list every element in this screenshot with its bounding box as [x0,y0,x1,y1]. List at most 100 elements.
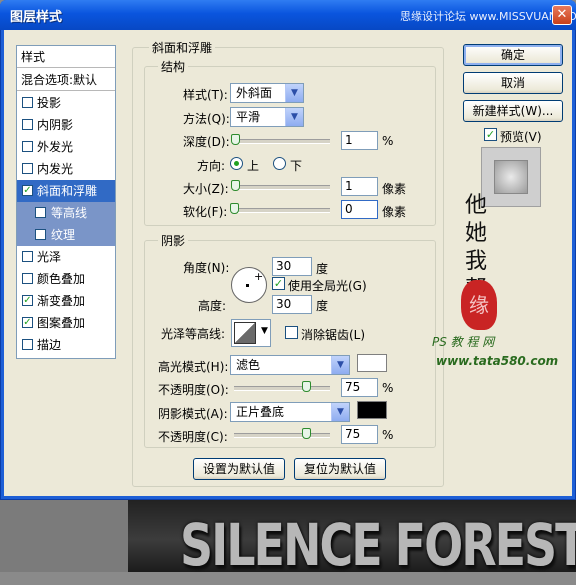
close-button[interactable]: ✕ [552,5,572,25]
style-item[interactable]: ✓ 斜面和浮雕 [17,180,115,202]
depth-slider-thumb[interactable] [230,134,240,145]
altitude-label: 高度: [198,299,227,313]
altitude-unit: 度 [316,299,329,313]
chevron-down-icon: ▼ [285,84,303,102]
style-item-checkbox[interactable]: ✓ [22,185,33,196]
depth-input[interactable]: 1 [341,131,378,150]
ps-site-watermark: PS 教 程 网 [432,335,495,349]
style-item[interactable]: 纹理 [17,224,115,246]
style-item-checkbox[interactable]: ✓ [22,295,33,306]
angle-input[interactable]: 30 [272,257,312,276]
global-light-label: 使用全局光(G) [288,279,367,293]
style-item-checkbox[interactable] [22,163,33,174]
highlight-opacity-track[interactable] [234,386,330,391]
blend-options-item[interactable]: 混合选项:默认 [17,69,115,91]
style-list: 样式 混合选项:默认 投影 内阴影外发光内发光 ✓ 斜面和浮雕等高线纹理 光泽颜色叠加 ✓… [16,45,116,359]
direction-up-radio[interactable] [230,157,243,170]
style-item[interactable]: ✓ 图案叠加 [17,312,115,334]
style-item-label: 外发光 [37,140,74,154]
chevron-down-icon[interactable]: ▼ [261,326,268,336]
shading-title: 阴影 [158,232,189,249]
angle-center-dot [246,284,249,287]
shadow-mode-select[interactable]: 正片叠底 ▼ [230,402,350,422]
style-preview-swatch [494,160,528,194]
style-list-header[interactable]: 样式 [17,46,115,68]
gloss-contour-preview[interactable] [234,322,256,344]
style-item-checkbox[interactable] [22,97,33,108]
highlight-mode-value: 滤色 [236,358,261,372]
shadow-color-swatch[interactable] [357,401,387,419]
style-item-checkbox[interactable] [22,339,33,350]
bevel-style-select[interactable]: 外斜面 ▼ [230,83,304,103]
highlight-opacity-unit: % [382,381,394,395]
altitude-input[interactable]: 30 [272,295,312,314]
depth-label: 深度(D): [183,135,230,149]
size-slider-thumb[interactable] [230,180,240,191]
style-item[interactable]: 描边 [17,334,115,356]
style-item[interactable]: 等高线 [17,202,115,224]
style-item-label: 斜面和浮雕 [37,184,98,198]
size-unit: 像素 [382,182,407,196]
shadow-mode-value: 正片叠底 [236,405,285,419]
dialog-title: 图层样式 [10,10,63,25]
style-item-label: 描边 [37,338,62,352]
anti-alias-checkbox[interactable] [285,326,298,339]
style-item[interactable]: 投影 [17,92,115,114]
depth-slider-track[interactable] [234,139,330,144]
shadow-opacity-input[interactable]: 75 [341,425,378,444]
soften-input[interactable]: 0 [341,200,378,219]
style-item-checkbox[interactable] [22,251,33,262]
angle-crosshair-icon: + [254,270,264,283]
soften-unit: 像素 [382,205,407,219]
style-item-checkbox[interactable] [22,273,33,284]
shadow-opacity-unit: % [382,428,394,442]
shadow-opacity-track[interactable] [234,433,330,438]
site-watermark: 思缘设计论坛 www.MISSVUAN.COM [400,10,576,23]
highlight-color-swatch[interactable] [357,354,387,372]
shadow-mode-label: 阴影模式(A): [158,407,228,421]
style-item-checkbox[interactable]: ✓ [22,317,33,328]
url-watermark: www.tata580.com [436,354,559,368]
style-item-checkbox[interactable] [35,207,46,218]
reset-default-button[interactable]: 复位为默认值 [294,458,386,480]
technique-select[interactable]: 平滑 ▼ [230,107,304,127]
shadow-opacity-thumb[interactable] [302,428,311,439]
soften-slider-thumb[interactable] [230,203,239,214]
size-slider-track[interactable] [234,185,330,190]
style-item[interactable]: 外发光 [17,136,115,158]
style-item[interactable]: 内阴影 [17,114,115,136]
style-item[interactable]: 内发光 [17,158,115,180]
style-item-checkbox[interactable] [35,229,46,240]
style-item-checkbox[interactable] [22,119,33,130]
ok-button[interactable]: 确定 [463,44,563,66]
style-item-checkbox[interactable] [22,141,33,152]
bevel-style-value: 外斜面 [236,86,273,100]
direction-down-label: 下 [290,159,303,173]
style-item[interactable]: 光泽 [17,246,115,268]
new-style-button[interactable]: 新建样式(W)... [463,100,563,122]
size-input[interactable]: 1 [341,177,378,196]
canvas-text: SILENCE FOREST [180,511,576,579]
style-item-label: 等高线 [51,206,88,220]
cancel-button[interactable]: 取消 [463,72,563,94]
highlight-mode-select[interactable]: 滤色 ▼ [230,355,350,375]
direction-up-label: 上 [247,159,260,173]
preview-label: 预览(V) [500,130,542,144]
structure-title: 结构 [158,58,189,75]
size-label: 大小(Z): [183,182,229,196]
preview-checkbox[interactable]: ✓ [484,128,497,141]
anti-alias-label: 消除锯齿(L) [301,328,366,342]
global-light-checkbox[interactable]: ✓ [272,277,285,290]
style-item[interactable]: 颜色叠加 [17,268,115,290]
direction-down-radio[interactable] [273,157,286,170]
highlight-opacity-input[interactable]: 75 [341,378,378,397]
make-default-button[interactable]: 设置为默认值 [193,458,285,480]
soften-slider-track[interactable] [234,208,330,213]
style-item[interactable]: ✓ 渐变叠加 [17,290,115,312]
soften-label: 软化(F): [183,205,228,219]
style-item-label: 颜色叠加 [37,272,86,286]
style-item-label: 内发光 [37,162,74,176]
style-label: 样式(T): [183,88,228,102]
highlight-opacity-thumb[interactable] [302,381,311,392]
angle-unit: 度 [316,262,329,276]
